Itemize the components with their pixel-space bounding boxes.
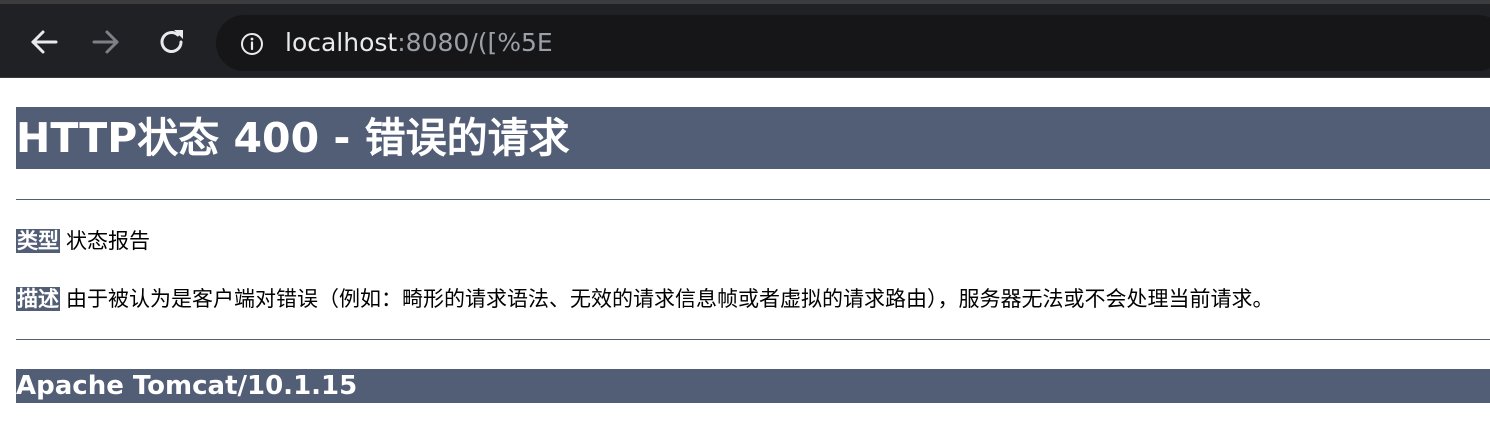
type-value: 状态报告 [66, 229, 150, 253]
back-button[interactable] [28, 26, 60, 58]
page-title: HTTP状态 400 - 错误的请求 [16, 107, 1490, 169]
address-bar[interactable]: localhost:8080/([%5E [216, 15, 1490, 71]
divider [16, 339, 1490, 340]
reload-icon [160, 30, 183, 53]
divider [16, 199, 1490, 200]
browser-toolbar: localhost:8080/([%5E [0, 0, 1490, 78]
address-host: localhost [285, 28, 398, 57]
description-row: 描述 由于被认为是客户端对错误（例如：畸形的请求语法、无效的请求信息帧或者虚拟的请… [16, 284, 1274, 314]
address-path: :8080/([%5E [397, 28, 553, 57]
error-page: HTTP状态 400 - 错误的请求 类型 状态报告 描述 由于被认为是客户端对错误… [16, 107, 1490, 403]
reload-button[interactable] [156, 26, 188, 58]
description-value: 由于被认为是客户端对错误（例如：畸形的请求语法、无效的请求信息帧或者虚拟的请求路… [66, 287, 1274, 311]
info-icon[interactable] [240, 32, 264, 56]
type-row: 类型 状态报告 [16, 226, 150, 256]
arrow-right-icon [92, 30, 119, 54]
address-text[interactable]: localhost:8080/([%5E [285, 27, 553, 59]
server-footer: Apache Tomcat/10.1.15 [16, 369, 1490, 403]
description-label: 描述 [16, 287, 60, 311]
type-label: 类型 [16, 229, 60, 253]
forward-button[interactable] [90, 26, 122, 58]
arrow-left-icon [31, 30, 58, 54]
